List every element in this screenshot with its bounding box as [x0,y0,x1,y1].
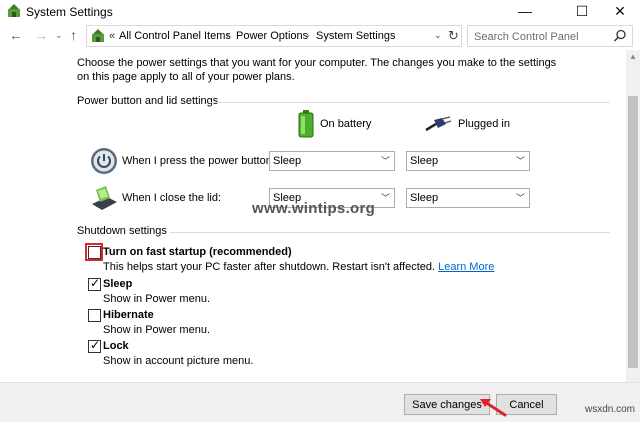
sleep-description: Show in Power menu. [103,293,210,305]
close-lid-label: When I close the lid: [122,192,222,204]
laptop-lid-icon [92,186,117,210]
settings-content: Choose the power settings that you want … [0,50,626,382]
forward-arrow-icon[interactable]: → [34,27,48,43]
group-divider [210,102,610,103]
selected-value: Sleep [273,155,302,167]
lock-label[interactable]: Lock [103,340,129,352]
hibernate-description: Show in Power menu. [103,324,210,336]
window-title: System Settings [26,5,113,19]
corner-watermark: wsxdn.com [585,404,636,415]
intro-text: Choose the power settings that you want … [77,57,557,83]
vertical-scrollbar[interactable]: ▲ [626,50,640,382]
scroll-thumb[interactable] [628,96,638,368]
title-bar: System Settings — ☐ ✕ [0,0,640,22]
chevron-down-icon: ﹀ [380,156,390,166]
battery-column-label: On battery [320,118,372,130]
hibernate-checkbox[interactable] [88,309,101,322]
more-locations-icon[interactable]: « [109,30,115,42]
lock-description: Show in account picture menu. [103,355,254,367]
power-button-icon [91,148,117,174]
close-lid-plugged-select[interactable]: Sleep ﹀ [406,188,530,208]
chevron-down-icon: ﹀ [380,193,390,203]
hibernate-label[interactable]: Hibernate [103,309,154,321]
watermark: www.wintips.org [252,200,376,217]
address-dropdown-icon[interactable]: ⌄ [434,30,442,41]
breadcrumb-power-options[interactable]: Power Options [236,30,308,42]
breadcrumb-separator-icon[interactable]: › [306,30,309,41]
recent-locations-chevron-icon[interactable]: ⌄ [55,30,63,41]
fast-startup-checkbox[interactable] [88,246,101,259]
breadcrumb-system-settings[interactable]: System Settings [316,30,395,42]
search-icon[interactable] [613,29,627,43]
shutdown-group-title: Shutdown settings [77,225,167,237]
scroll-up-arrow-icon[interactable]: ▲ [629,52,637,61]
power-button-plugged-select[interactable]: Sleep ﹀ [406,151,530,171]
breadcrumb-all-control-panel-items[interactable]: All Control Panel Items [119,30,231,42]
group-divider [170,232,610,233]
sleep-checkbox[interactable] [88,276,101,291]
minimize-button[interactable]: — [502,0,548,22]
selected-value: Sleep [410,155,439,167]
annotation-arrow-icon [480,399,507,417]
power-button-label: When I press the power button: [122,155,275,167]
battery-column-header: On battery [298,110,371,138]
search-box[interactable] [467,25,633,47]
search-input[interactable] [474,29,610,44]
sleep-label[interactable]: Sleep [103,278,132,290]
plugged-column-header: Plugged in [424,116,510,132]
control-panel-icon [8,4,20,17]
power-group-title: Power button and lid settings [77,95,219,107]
up-arrow-icon[interactable]: ↑ [70,27,77,43]
plugged-column-label: Plugged in [458,118,510,130]
close-button[interactable]: ✕ [597,0,640,22]
chevron-down-icon: ﹀ [515,193,525,203]
fast-startup-description: This helps start your PC faster after sh… [103,261,494,273]
learn-more-link[interactable]: Learn More [438,261,494,273]
navigation-bar: ← → ⌄ ↑ « All Control Panel Items › Powe… [0,22,640,50]
fast-startup-desc-text: This helps start your PC faster after sh… [103,261,436,273]
breadcrumb-separator-icon[interactable]: › [226,30,229,41]
power-button-battery-select[interactable]: Sleep ﹀ [269,151,395,171]
address-bar[interactable]: « All Control Panel Items › Power Option… [86,25,462,47]
footer-bar: Save changes Cancel [0,382,640,422]
power-plug-icon [425,116,452,132]
refresh-icon[interactable]: ↻ [448,28,459,44]
battery-icon [298,110,314,138]
fast-startup-label[interactable]: Turn on fast startup (recommended) [103,246,292,258]
chevron-down-icon: ﹀ [515,156,525,166]
lock-checkbox[interactable] [88,338,101,353]
back-arrow-icon[interactable]: ← [9,27,23,43]
control-panel-icon [92,29,104,42]
selected-value: Sleep [410,192,439,204]
